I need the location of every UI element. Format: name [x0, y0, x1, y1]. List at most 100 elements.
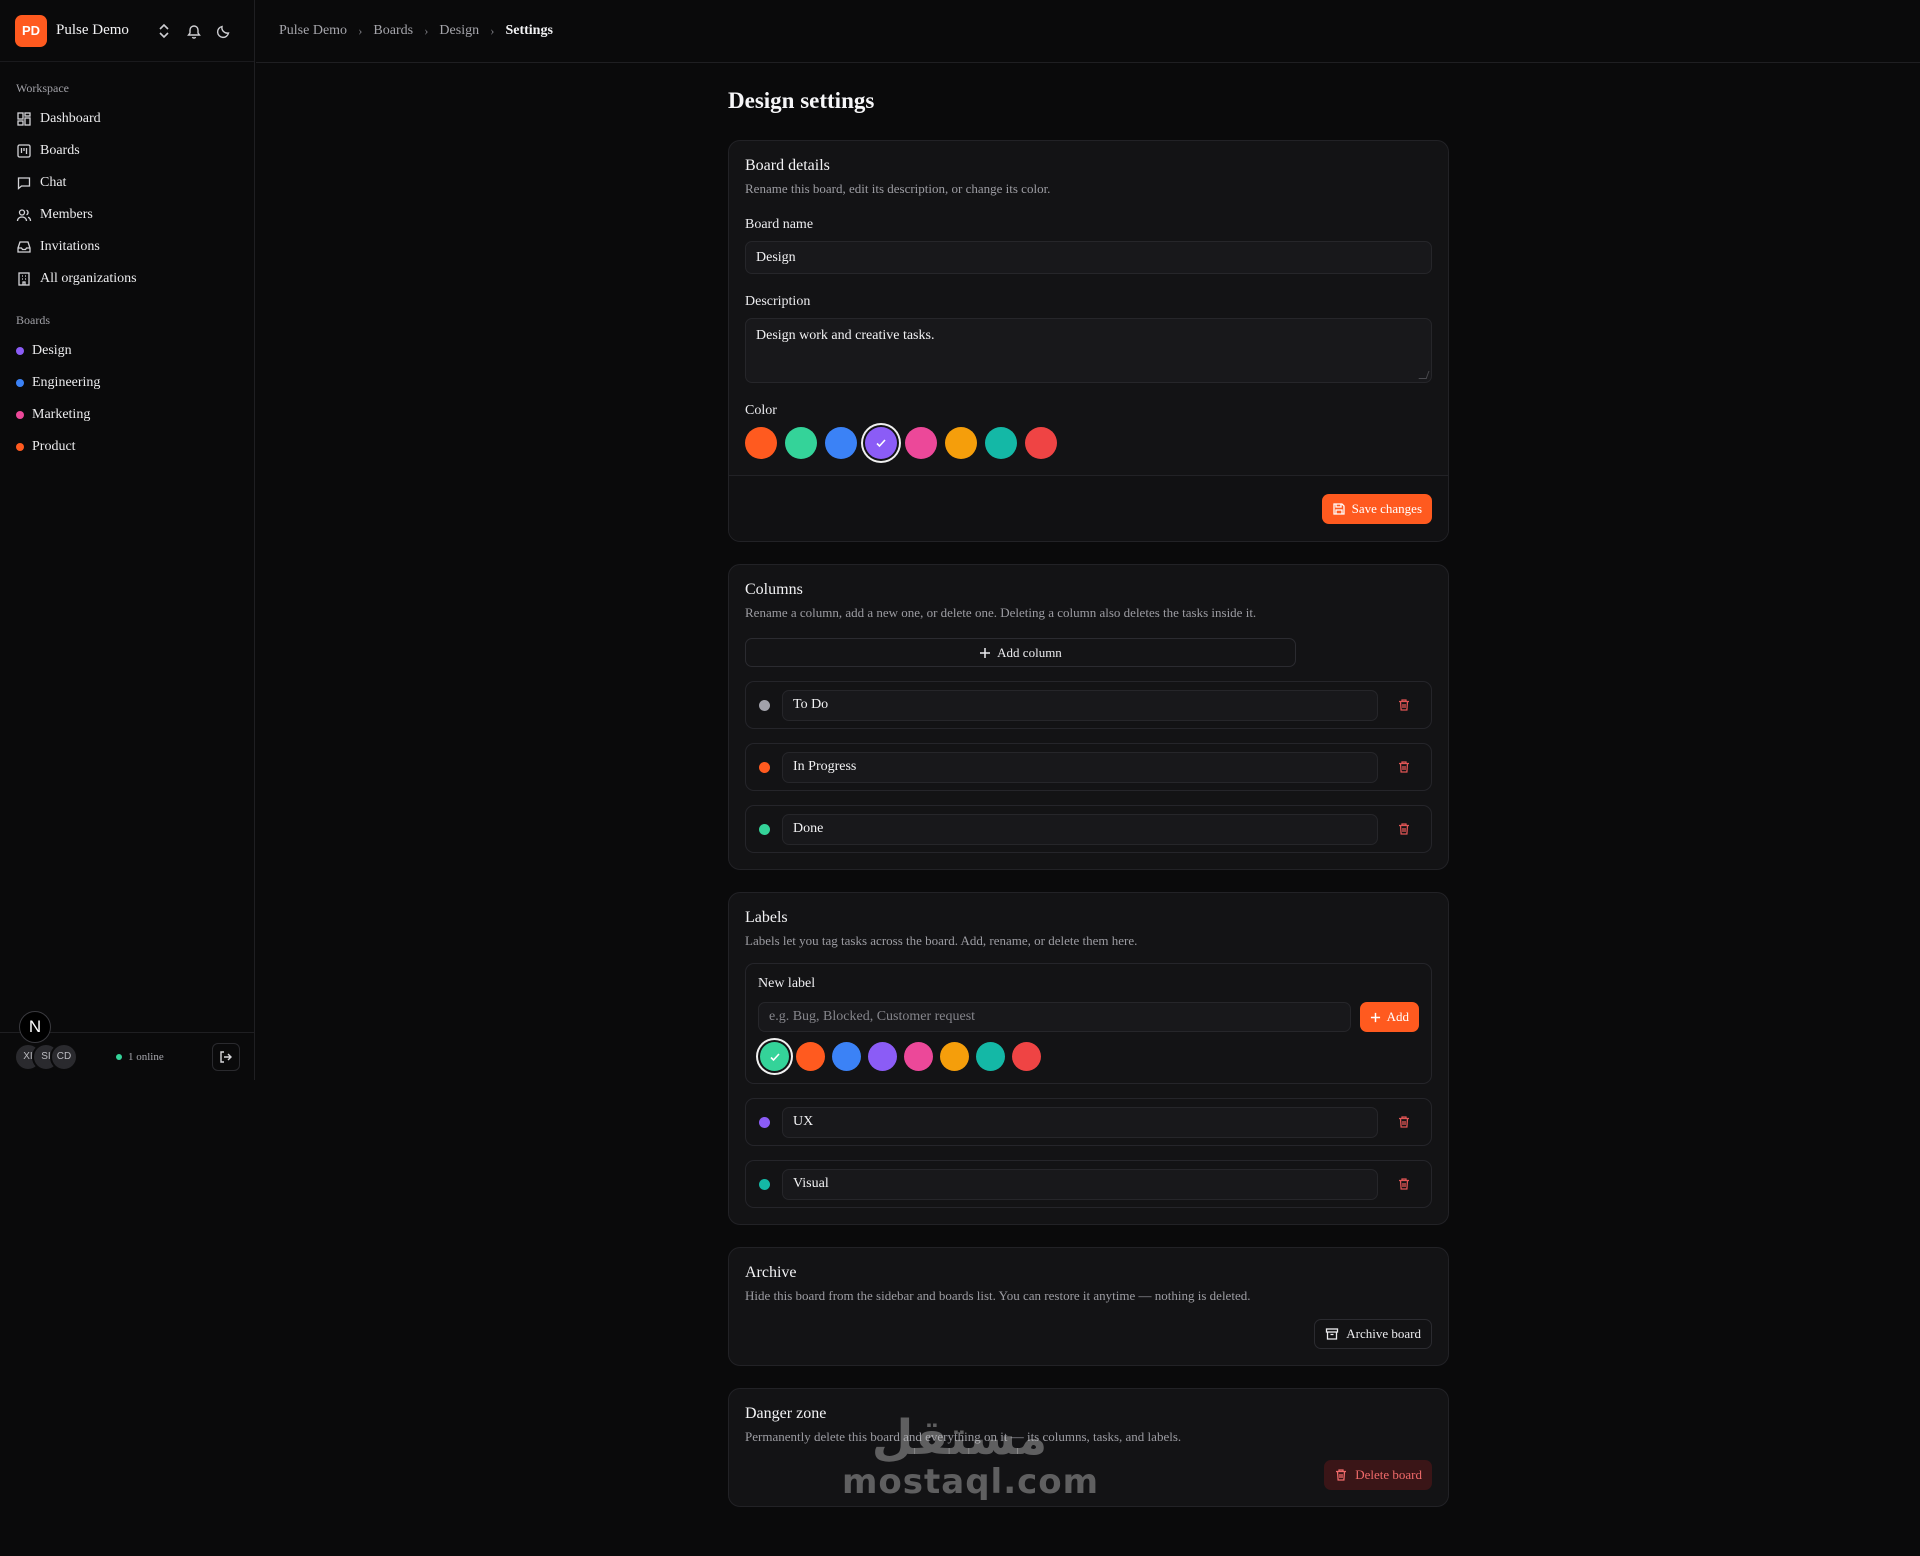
column-color-dot[interactable] — [759, 823, 770, 835]
check-icon — [876, 439, 886, 448]
moon-icon[interactable] — [209, 23, 239, 39]
trash-icon[interactable] — [1390, 1115, 1418, 1129]
check-icon — [769, 1052, 780, 1061]
column-row: Done — [745, 805, 1432, 853]
archive-board-button[interactable]: Archive board — [1314, 1319, 1432, 1349]
dashboard-icon — [17, 112, 31, 126]
add-label-button[interactable]: Add — [1359, 1002, 1419, 1032]
label-name-input[interactable]: Visual — [782, 1168, 1378, 1200]
sidebar-item-all-organizations[interactable]: All organizations — [0, 263, 254, 295]
save-button[interactable]: Save changes — [1321, 493, 1432, 524]
delete-board-button[interactable]: Delete board — [1324, 1460, 1432, 1490]
sidebar: PD Pulse Demo Workspace Dashboard Boards… — [0, 0, 255, 1080]
column-row: In Progress — [745, 743, 1432, 791]
color-swatch[interactable] — [940, 1042, 969, 1071]
building-icon — [18, 272, 30, 286]
new-label-input[interactable]: e.g. Bug, Blocked, Customer request — [758, 1002, 1351, 1032]
sidebar-footer: N XI SI CD 1 online — [0, 1010, 254, 1080]
online-status: 1 online — [116, 1051, 164, 1063]
color-swatch[interactable] — [985, 427, 1017, 459]
sidebar-item-members[interactable]: Members — [0, 199, 254, 231]
board-color-dot — [16, 411, 24, 419]
label-color-picker — [758, 1042, 1419, 1071]
chevron-right-icon: › — [358, 23, 363, 38]
card-footer: Save changes — [729, 475, 1448, 541]
color-swatch[interactable] — [868, 1042, 897, 1071]
add-column-button[interactable]: Add column — [745, 638, 1296, 667]
trash-icon[interactable] — [1390, 698, 1418, 712]
sidebar-board-design[interactable]: Design — [0, 335, 254, 367]
card-description: Permanently delete this board and everyt… — [745, 1429, 1182, 1444]
column-color-dot[interactable] — [759, 761, 770, 773]
sidebar-item-label: Invitations — [40, 239, 100, 254]
bell-icon[interactable] — [179, 23, 209, 39]
add-column-label: Add column — [997, 644, 1062, 660]
delete-button-label: Delete board — [1355, 1467, 1422, 1482]
sidebar-item-invitations[interactable]: Invitations — [0, 231, 254, 263]
resize-handle[interactable] — [1418, 371, 1430, 379]
dev-badge[interactable]: N — [19, 1010, 51, 1043]
column-name-input[interactable]: Done — [782, 813, 1378, 845]
color-swatch[interactable] — [976, 1042, 1005, 1071]
sidebar-item-dashboard[interactable]: Dashboard — [0, 103, 254, 135]
breadcrumb: Pulse Demo › Boards › Design › Settings — [256, 0, 1920, 63]
inbox-icon — [17, 241, 31, 253]
color-swatch[interactable] — [745, 427, 777, 459]
workspace-heading: Workspace — [16, 81, 70, 95]
breadcrumb-item[interactable]: Pulse Demo — [279, 23, 347, 39]
color-swatch[interactable] — [1012, 1042, 1041, 1071]
chevrons-up-down-icon[interactable] — [149, 23, 179, 39]
color-swatch[interactable] — [945, 427, 977, 459]
color-swatch[interactable] — [825, 427, 857, 459]
breadcrumb-item[interactable]: Boards — [373, 23, 413, 39]
color-swatch[interactable] — [760, 1042, 789, 1071]
color-swatch[interactable] — [832, 1042, 861, 1071]
new-label-heading: New label — [758, 976, 816, 991]
page-title: Design settings — [728, 88, 875, 113]
org-switcher[interactable]: PD Pulse Demo — [0, 0, 254, 62]
color-swatch[interactable] — [1025, 427, 1057, 459]
sidebar-item-chat[interactable]: Chat — [0, 167, 254, 199]
column-color-dot[interactable] — [759, 699, 770, 711]
column-row: To Do — [745, 681, 1432, 729]
sidebar-board-marketing[interactable]: Marketing — [0, 399, 254, 431]
settings-main: Design settings Board details Rename thi… — [728, 88, 1449, 1529]
boards-heading: Boards — [16, 313, 50, 327]
trash-icon[interactable] — [1390, 760, 1418, 774]
chat-icon — [17, 177, 31, 190]
color-swatch[interactable] — [796, 1042, 825, 1071]
save-icon — [1332, 502, 1345, 515]
trash-icon[interactable] — [1390, 822, 1418, 836]
online-dot — [116, 1053, 122, 1060]
online-count: 1 online — [128, 1050, 164, 1063]
avatar: CD — [50, 1042, 78, 1071]
color-swatch[interactable] — [785, 427, 817, 459]
breadcrumb-item[interactable]: Design — [439, 23, 479, 39]
logout-button[interactable] — [212, 1042, 240, 1071]
sidebar-item-label: Boards — [40, 143, 80, 158]
online-avatars[interactable]: N XI SI CD — [14, 1010, 78, 1071]
save-button-label: Save changes — [1351, 500, 1422, 516]
label-color-dot[interactable] — [759, 1116, 770, 1128]
label-row: UX — [745, 1098, 1432, 1146]
board-color-dot — [16, 443, 24, 451]
sidebar-item-label: Marketing — [32, 407, 91, 422]
trash-icon[interactable] — [1390, 1177, 1418, 1191]
sidebar-item-label: Dashboard — [40, 111, 101, 126]
column-name-input[interactable]: To Do — [782, 689, 1378, 721]
color-swatch[interactable] — [905, 427, 937, 459]
label-color-dot[interactable] — [759, 1178, 770, 1190]
sidebar-item-boards[interactable]: Boards — [0, 135, 254, 167]
label-name-input[interactable]: UX — [782, 1106, 1378, 1138]
color-swatch[interactable] — [865, 427, 897, 459]
board-name-label: Board name — [745, 217, 814, 232]
sidebar-board-engineering[interactable]: Engineering — [0, 367, 254, 399]
add-label-text: Add — [1386, 1009, 1409, 1024]
archive-button-label: Archive board — [1346, 1326, 1421, 1341]
board-details-card: Board details Rename this board, edit it… — [728, 140, 1449, 542]
description-textarea[interactable]: Design work and creative tasks. — [745, 318, 1432, 383]
sidebar-board-product[interactable]: Product — [0, 431, 254, 463]
board-name-input[interactable]: Design — [745, 241, 1432, 274]
column-name-input[interactable]: In Progress — [782, 751, 1378, 783]
color-swatch[interactable] — [904, 1042, 933, 1071]
